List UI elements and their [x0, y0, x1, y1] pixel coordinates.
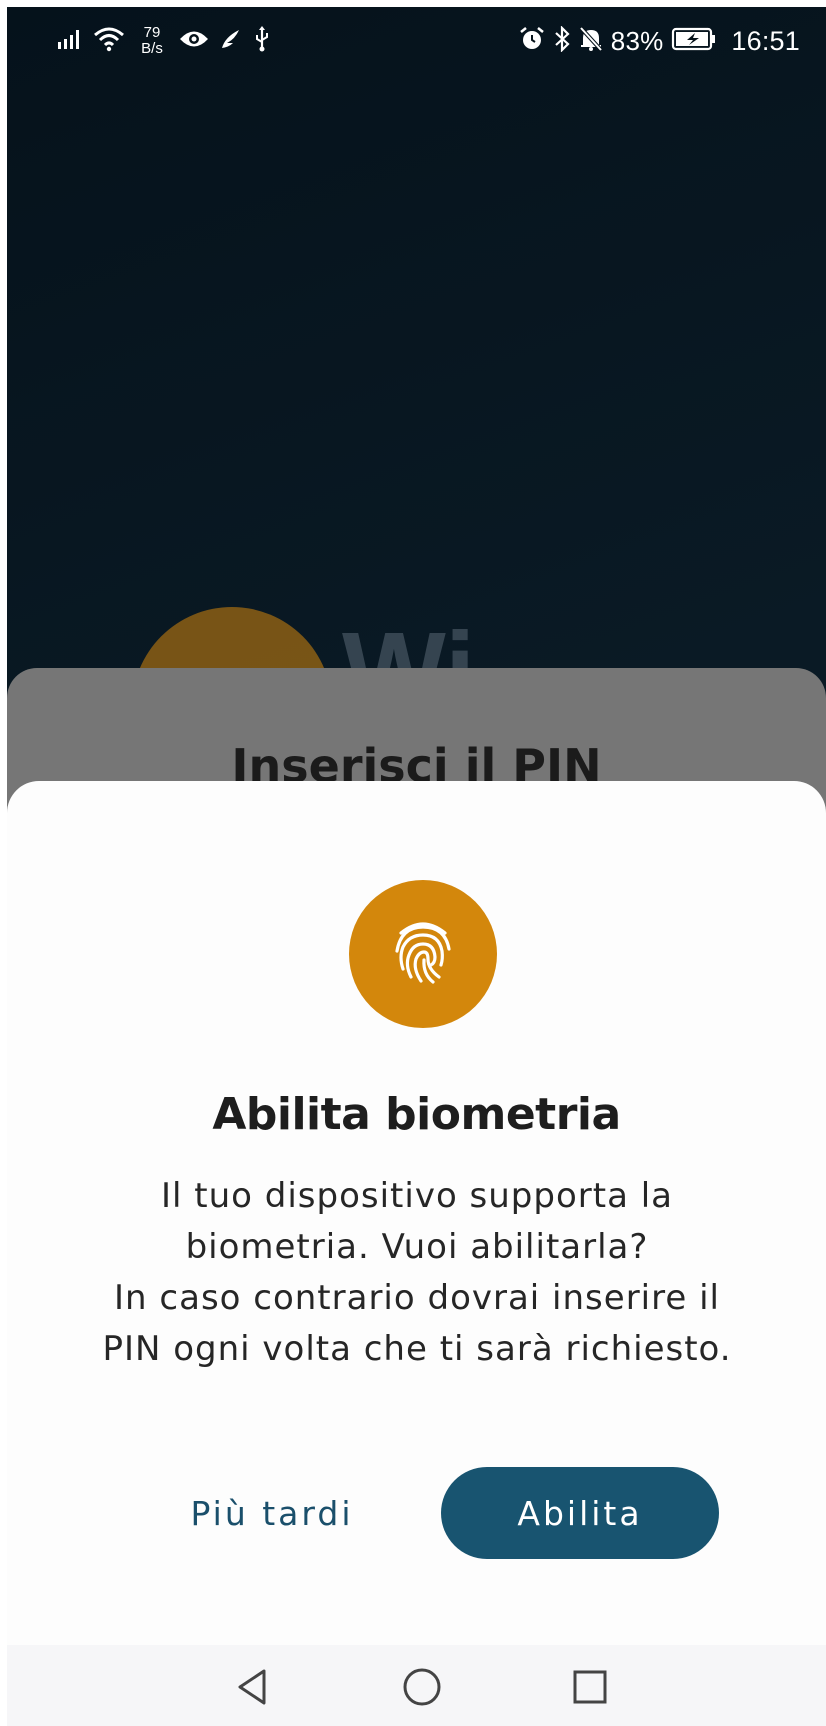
dialog-message-line: biometria. Vuoi abilitarla? — [185, 1227, 649, 1267]
fingerprint-icon — [393, 919, 453, 989]
signal-icon — [57, 28, 83, 55]
feather-icon — [219, 27, 243, 56]
usb-icon — [253, 25, 271, 57]
dialog-message-line: Il tuo dispositivo supporta la — [160, 1176, 674, 1216]
alarm-icon — [519, 26, 545, 57]
dialog-message-line: PIN ogni volta che ti sarà richiesto. — [102, 1329, 732, 1369]
status-right-group: 83% 16:51 — [519, 21, 800, 61]
recents-icon[interactable] — [560, 1657, 620, 1717]
battery-charging-icon — [671, 26, 717, 57]
navigation-bar — [7, 1645, 826, 1726]
bluetooth-icon — [553, 24, 571, 57]
biometrics-dialog: Abilita biometria Il tuo dispositivo sup… — [7, 781, 826, 1645]
dialog-message: Il tuo dispositivo supporta la biometria… — [67, 1171, 767, 1375]
status-left-group: 79 B/s — [57, 21, 271, 61]
fingerprint-badge — [349, 880, 497, 1028]
wifi-icon — [93, 26, 125, 57]
network-speed-unit: B/s — [141, 40, 163, 57]
enable-button[interactable]: Abilita — [441, 1467, 719, 1559]
network-speed: 79 B/s — [137, 25, 167, 57]
later-button[interactable]: Più tardi — [157, 1467, 387, 1559]
battery-percent: 83% — [610, 25, 664, 56]
dialog-message-line: In caso contrario dovrai inserire il — [114, 1278, 720, 1318]
clock: 16:51 — [731, 25, 800, 56]
eye-icon — [179, 28, 209, 55]
back-icon[interactable] — [222, 1657, 282, 1717]
home-icon[interactable] — [392, 1657, 452, 1717]
status-bar: 79 B/s 83% 16:51 — [7, 7, 826, 73]
mute-icon — [579, 26, 603, 57]
app-screen: 79 B/s 83% 16:51 Inserisci il PIN Abilit… — [7, 7, 826, 1726]
network-speed-value: 79 — [143, 24, 161, 41]
dialog-title: Abilita biometria — [212, 1089, 621, 1140]
